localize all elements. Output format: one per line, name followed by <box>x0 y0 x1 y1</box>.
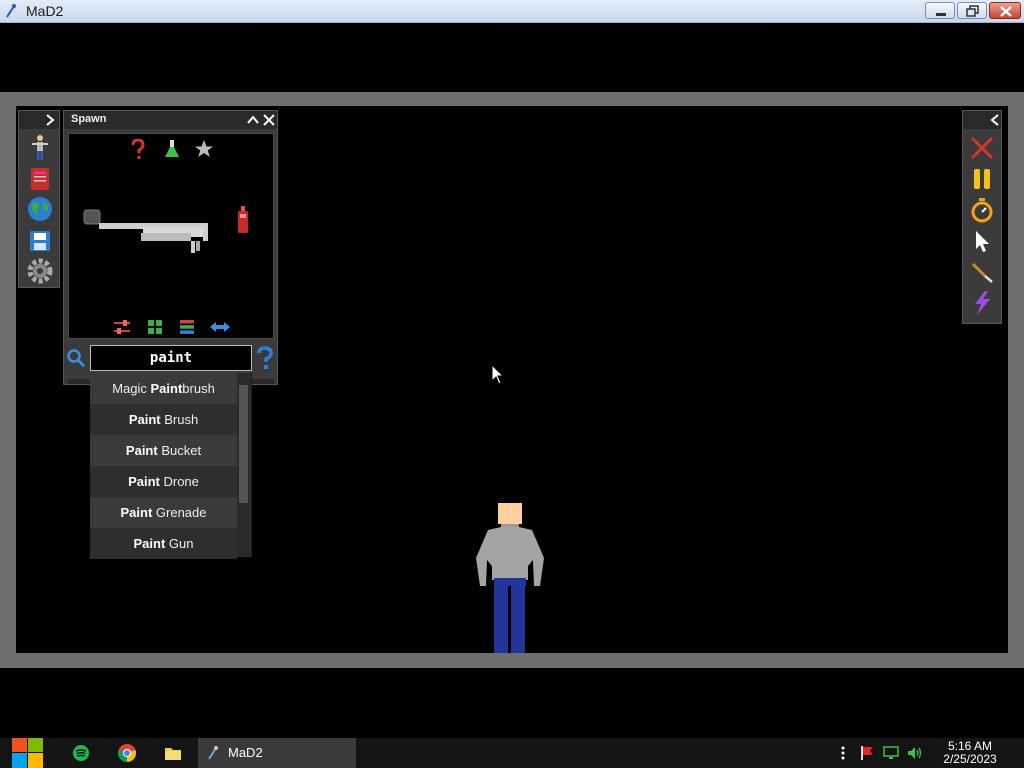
results-scrollbar[interactable] <box>237 373 251 557</box>
result-item[interactable]: Magic Paintbrush <box>90 373 237 404</box>
globe-icon[interactable] <box>26 195 54 223</box>
close-icon <box>1000 6 1012 17</box>
result-item[interactable]: Paint Gun <box>90 528 237 559</box>
tray-overflow-icon[interactable] <box>835 745 851 761</box>
stopwatch-icon[interactable] <box>969 197 995 223</box>
result-text-post: Brush <box>160 412 199 427</box>
settings-gear-icon[interactable] <box>26 257 54 285</box>
file-explorer-icon[interactable] <box>163 743 183 763</box>
save-icon[interactable] <box>26 227 54 255</box>
taskbar: MaD2 5:16 AM 2/25/2023 <box>0 738 1024 768</box>
result-text-pre: Magic <box>112 381 151 396</box>
sliders-icon[interactable] <box>113 319 131 335</box>
spawn-preview[interactable] <box>68 133 274 339</box>
results-scrollbar-thumb[interactable] <box>239 385 248 503</box>
spawn-title: Spawn <box>71 113 107 125</box>
result-item[interactable]: Paint Drone <box>90 466 237 497</box>
chevron-up-icon[interactable] <box>245 112 261 128</box>
list-icon[interactable] <box>179 319 195 335</box>
result-match-highlight: Paint <box>128 474 160 489</box>
knife-icon[interactable] <box>969 259 995 285</box>
mouse-cursor-icon <box>491 364 505 385</box>
sniper-rifle-item[interactable] <box>83 209 213 259</box>
spotify-icon[interactable] <box>71 743 91 763</box>
mad2-app-icon <box>208 746 218 760</box>
app-icon <box>6 4 16 18</box>
result-item[interactable]: Paint Bucket <box>90 435 237 466</box>
search-results-list: Magic Paintbrush Paint Brush Paint Bucket P… <box>90 373 252 559</box>
close-button[interactable] <box>989 2 1021 19</box>
clear-x-icon[interactable] <box>969 135 995 161</box>
pointer-icon[interactable] <box>969 228 995 254</box>
grid-icon[interactable] <box>147 319 163 335</box>
chevron-left-icon[interactable] <box>990 114 1000 126</box>
left-toolbar <box>18 110 60 288</box>
restore-icon <box>966 5 979 17</box>
network-icon[interactable] <box>883 745 899 761</box>
minimize-icon <box>936 13 946 16</box>
ragdoll-character[interactable] <box>474 500 546 653</box>
right-toolbar-header <box>963 111 1001 129</box>
taskbar-app-label: MaD2 <box>228 745 263 760</box>
lightning-icon[interactable] <box>969 290 995 316</box>
spawn-panel: Spawn <box>63 110 278 385</box>
taskbar-clock[interactable]: 5:16 AM 2/25/2023 <box>936 740 1004 766</box>
windows-start-icon[interactable] <box>8 738 46 768</box>
result-match-highlight: Paint <box>120 505 153 520</box>
result-text-post: Gun <box>165 536 194 551</box>
book-icon[interactable] <box>26 165 54 193</box>
right-toolbar <box>962 110 1002 324</box>
help-question-icon[interactable] <box>131 139 145 161</box>
result-match-highlight: Paint <box>133 536 166 551</box>
result-match-highlight: Paint <box>128 412 161 427</box>
flag-icon[interactable] <box>859 745 875 761</box>
result-text-post: Grenade <box>152 505 207 520</box>
window-title: MaD2 <box>26 3 64 19</box>
taskbar-app-mad2[interactable]: MaD2 <box>198 738 356 768</box>
result-match-highlight: Paint <box>150 381 183 396</box>
character-icon[interactable] <box>26 133 54 161</box>
result-item[interactable]: Paint Grenade <box>90 497 237 528</box>
chevron-right-icon[interactable] <box>45 114 55 126</box>
volume-icon[interactable] <box>906 745 922 761</box>
spawn-header: Spawn <box>64 111 277 129</box>
search-icon[interactable] <box>66 348 86 368</box>
close-panel-icon[interactable] <box>261 112 277 128</box>
result-text-post: Bucket <box>157 443 202 458</box>
swap-arrows-icon[interactable] <box>209 320 231 334</box>
pause-icon[interactable] <box>969 166 995 192</box>
left-toolbar-header <box>19 111 59 129</box>
star-icon[interactable] <box>194 139 214 159</box>
clock-date: 2/25/2023 <box>943 752 997 766</box>
spray-can-item[interactable] <box>237 206 249 234</box>
chrome-icon[interactable] <box>117 743 137 763</box>
restore-button[interactable] <box>957 2 987 19</box>
result-text-post: Drone <box>159 474 199 489</box>
result-match-highlight: Paint <box>125 443 158 458</box>
flask-icon[interactable] <box>164 139 180 159</box>
search-help-icon[interactable] <box>256 346 274 370</box>
search-input[interactable] <box>90 345 252 371</box>
window-titlebar: MaD2 <box>0 0 1024 23</box>
result-item[interactable]: Paint Brush <box>90 404 237 435</box>
result-text-post: brush <box>182 381 215 396</box>
minimize-button[interactable] <box>925 2 955 19</box>
